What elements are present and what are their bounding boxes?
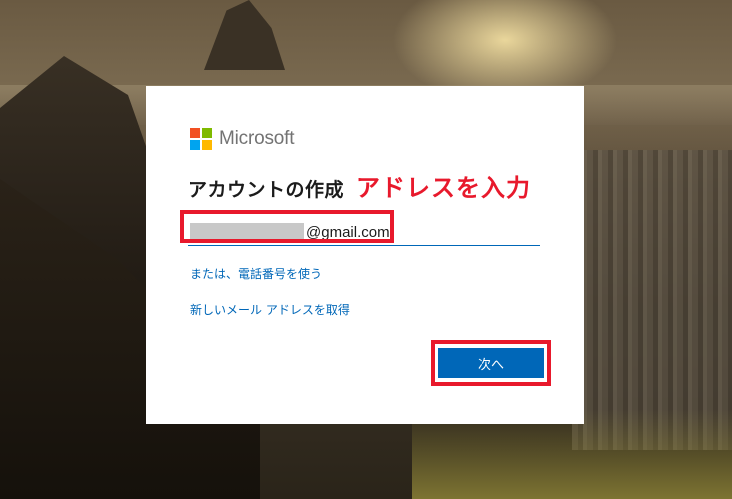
title-row: アカウントの作成 アドレスを入力 [188, 168, 531, 203]
next-highlight-box [431, 340, 551, 386]
microsoft-logo-icon [190, 128, 212, 150]
microsoft-logo: Microsoft [190, 128, 294, 150]
email-highlight-box [180, 210, 394, 243]
annotation-label: アドレスを入力 [356, 174, 532, 202]
page-title: アカウントの作成 [188, 179, 345, 201]
logo-text: Microsoft [219, 128, 295, 149]
use-phone-link[interactable]: または、電話番号を使う [190, 265, 322, 282]
new-address-link[interactable]: 新しいメール アドレスを取得 [190, 301, 350, 318]
signup-dialog: Microsoft アカウントの作成 アドレスを入力 または、電話番号を使う 新… [146, 86, 584, 424]
